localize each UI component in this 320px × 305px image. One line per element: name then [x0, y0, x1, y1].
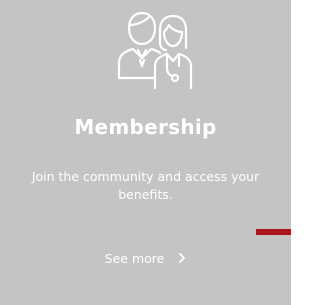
card-description: Join the community and access your benef…: [31, 169, 260, 202]
card-title: Membership: [74, 115, 217, 139]
accent-bar: [256, 229, 291, 235]
membership-card[interactable]: Membership Join the community and access…: [0, 0, 291, 305]
see-more-link[interactable]: See more: [0, 246, 291, 270]
chevron-right-icon: [178, 252, 186, 264]
doctors-icon: [105, 8, 197, 92]
see-more-label: See more: [104, 250, 165, 266]
